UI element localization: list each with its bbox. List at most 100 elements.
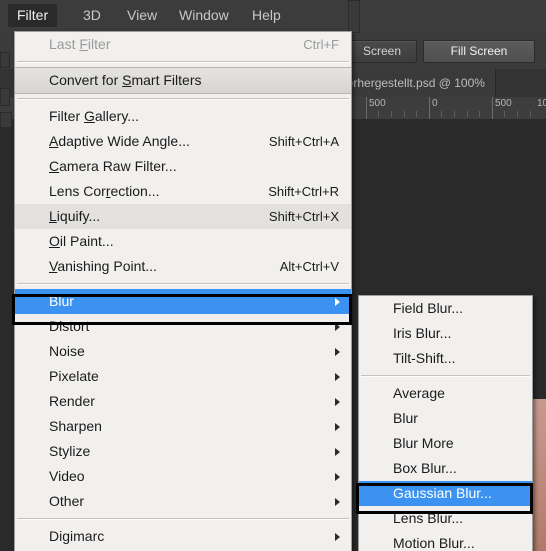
menu-item-label: Liquify... bbox=[49, 208, 101, 224]
menu-item-label: Last Filter bbox=[49, 36, 111, 52]
menu-item-convert-for-smart-filters[interactable]: Convert for Smart Filters bbox=[15, 67, 351, 94]
ruler-tick-minor bbox=[441, 111, 442, 117]
menu-item-label: Blur bbox=[393, 410, 418, 426]
panel-fragment bbox=[0, 88, 10, 106]
panel-fragment bbox=[348, 0, 360, 33]
menubar-item-window[interactable]: Window bbox=[170, 4, 238, 27]
panel-fragment bbox=[0, 112, 12, 128]
menu-item-label: Filter Gallery... bbox=[49, 108, 139, 124]
menu-item-label: Blur More bbox=[393, 435, 454, 451]
menu-item-lens-correction[interactable]: Lens Correction... Shift+Ctrl+R bbox=[15, 179, 351, 204]
menu-item-label: Adaptive Wide Angle... bbox=[49, 133, 190, 149]
menu-item-label: Stylize bbox=[49, 443, 91, 459]
menubar-item-view[interactable]: View bbox=[118, 4, 166, 27]
menu-item-distort[interactable]: Distort bbox=[15, 314, 351, 339]
submenu-item-lens-blur[interactable]: Lens Blur... bbox=[359, 506, 532, 531]
menu-item-adaptive-wide-angle[interactable]: Adaptive Wide Angle... Shift+Ctrl+A bbox=[15, 129, 351, 154]
menu-item-label: Vanishing Point... bbox=[49, 258, 157, 274]
menu-item-sharpen[interactable]: Sharpen bbox=[15, 414, 351, 439]
menu-item-label: Convert for Smart Filters bbox=[49, 72, 202, 88]
submenu-item-iris-blur[interactable]: Iris Blur... bbox=[359, 321, 532, 346]
menubar-item-help[interactable]: Help bbox=[243, 4, 290, 27]
menu-item-label: Digimarc bbox=[49, 528, 105, 544]
menu-item-digimarc[interactable]: Digimarc bbox=[15, 524, 351, 549]
ruler-tick-minor bbox=[479, 111, 480, 117]
chevron-right-icon bbox=[335, 398, 340, 406]
menu-item-label: Pixelate bbox=[49, 368, 99, 384]
blur-submenu[interactable]: Field Blur... Iris Blur... Tilt-Shift...… bbox=[358, 295, 533, 551]
menu-item-label: Average bbox=[393, 385, 445, 401]
menu-item-filter-gallery[interactable]: Filter Gallery... bbox=[15, 104, 351, 129]
menu-item-label: Sharpen bbox=[49, 418, 102, 434]
application-menu-bar: Filter 3D View Window Help bbox=[0, 0, 546, 32]
ruler-label: 500 bbox=[369, 98, 386, 109]
menu-item-oil-paint[interactable]: Oil Paint... bbox=[15, 229, 351, 254]
menu-item-liquify[interactable]: Liquify... Shift+Ctrl+X bbox=[15, 204, 351, 229]
ruler-label: 0 bbox=[432, 98, 438, 109]
menu-item-label: Tilt-Shift... bbox=[393, 350, 456, 366]
menu-item-video[interactable]: Video bbox=[15, 464, 351, 489]
menu-item-label: Lens Blur... bbox=[393, 510, 464, 526]
menu-item-stylize[interactable]: Stylize bbox=[15, 439, 351, 464]
submenu-item-tilt-shift[interactable]: Tilt-Shift... bbox=[359, 346, 532, 371]
filter-dropdown-menu[interactable]: Last Filter Ctrl+F Convert for Smart Fil… bbox=[14, 31, 352, 551]
menu-item-vanishing-point[interactable]: Vanishing Point... Alt+Ctrl+V bbox=[15, 254, 351, 279]
ruler-tick-minor bbox=[378, 111, 379, 117]
chevron-right-icon bbox=[335, 448, 340, 456]
ruler-tick-minor bbox=[454, 111, 455, 117]
ruler-tick-minor bbox=[517, 111, 518, 117]
menu-item-label: Field Blur... bbox=[393, 300, 464, 316]
submenu-item-blur[interactable]: Blur bbox=[359, 406, 532, 431]
menu-item-label: Box Blur... bbox=[393, 460, 457, 476]
chevron-right-icon bbox=[335, 498, 340, 506]
menu-item-shortcut: Shift+Ctrl+R bbox=[268, 184, 339, 199]
document-tab[interactable]: derhergestellt.psd @ 100% bbox=[330, 69, 496, 97]
menu-item-shortcut: Shift+Ctrl+A bbox=[268, 134, 339, 149]
menu-item-label: Motion Blur... bbox=[393, 535, 475, 551]
menu-item-shortcut: Alt+Ctrl+V bbox=[279, 259, 339, 274]
chevron-right-icon bbox=[335, 473, 340, 481]
submenu-item-gaussian-blur[interactable]: Gaussian Blur... bbox=[359, 481, 532, 506]
menu-item-other[interactable]: Other bbox=[15, 489, 351, 514]
menu-item-shortcut: Ctrl+F bbox=[303, 37, 339, 52]
menu-separator bbox=[17, 518, 349, 520]
menu-separator bbox=[17, 98, 349, 100]
menu-item-label: Gaussian Blur... bbox=[393, 485, 492, 501]
submenu-item-average[interactable]: Average bbox=[359, 381, 532, 406]
ruler-tick-minor bbox=[391, 111, 392, 117]
menu-separator bbox=[17, 283, 349, 285]
menu-item-label: Blur bbox=[49, 293, 74, 309]
menu-item-label: Video bbox=[49, 468, 85, 484]
screen-button[interactable]: Screen bbox=[347, 40, 417, 63]
chevron-right-icon bbox=[335, 373, 340, 381]
menu-item-render[interactable]: Render bbox=[15, 389, 351, 414]
menu-item-camera-raw-filter[interactable]: Camera Raw Filter... bbox=[15, 154, 351, 179]
menubar-item-filter[interactable]: Filter bbox=[8, 4, 58, 27]
menu-item-label: Render bbox=[49, 393, 95, 409]
submenu-item-motion-blur[interactable]: Motion Blur... bbox=[359, 531, 532, 551]
menu-item-blur[interactable]: Blur bbox=[15, 289, 351, 314]
ruler-label: 500 bbox=[495, 98, 512, 109]
menu-item-pixelate[interactable]: Pixelate bbox=[15, 364, 351, 389]
photoshop-screenshot: Filter 3D View Window Help Screen Fill S… bbox=[0, 0, 546, 551]
menubar-item-3d[interactable]: 3D bbox=[74, 4, 110, 27]
ruler-tick-minor bbox=[467, 111, 468, 117]
menu-item-label: Lens Correction... bbox=[49, 183, 160, 199]
chevron-right-icon bbox=[335, 348, 340, 356]
menu-item-shortcut: Shift+Ctrl+X bbox=[268, 209, 339, 224]
ruler-tick-minor bbox=[530, 111, 531, 117]
ruler-label: 10 bbox=[537, 98, 546, 109]
menu-item-label: Camera Raw Filter... bbox=[49, 158, 177, 174]
panel-fragment bbox=[0, 52, 10, 68]
submenu-item-field-blur[interactable]: Field Blur... bbox=[359, 296, 532, 321]
ruler-tick-minor bbox=[404, 111, 405, 117]
fill-screen-button[interactable]: Fill Screen bbox=[423, 40, 535, 63]
chevron-right-icon bbox=[335, 423, 340, 431]
menu-item-last-filter[interactable]: Last Filter Ctrl+F bbox=[15, 32, 351, 57]
submenu-item-box-blur[interactable]: Box Blur... bbox=[359, 456, 532, 481]
submenu-item-blur-more[interactable]: Blur More bbox=[359, 431, 532, 456]
menu-item-label: Oil Paint... bbox=[49, 233, 114, 249]
chevron-right-icon bbox=[335, 323, 340, 331]
ruler-tick-minor bbox=[504, 111, 505, 117]
menu-item-noise[interactable]: Noise bbox=[15, 339, 351, 364]
